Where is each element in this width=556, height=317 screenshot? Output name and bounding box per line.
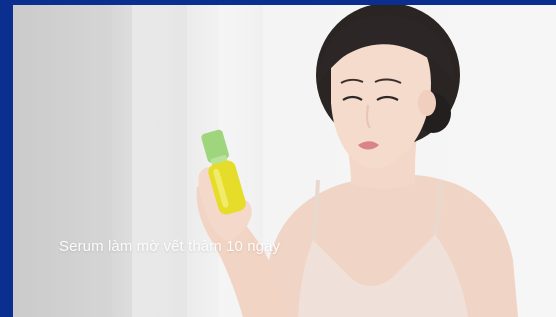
video-frame-image (196, 5, 518, 317)
video-player[interactable]: Serum làm mờ vết thâm 10 ngày (13, 5, 556, 317)
video-caption: Serum làm mờ vết thâm 10 ngày (59, 238, 281, 255)
woman-ear (418, 90, 436, 116)
blue-frame: Serum làm mờ vết thâm 10 ngày (0, 0, 556, 317)
